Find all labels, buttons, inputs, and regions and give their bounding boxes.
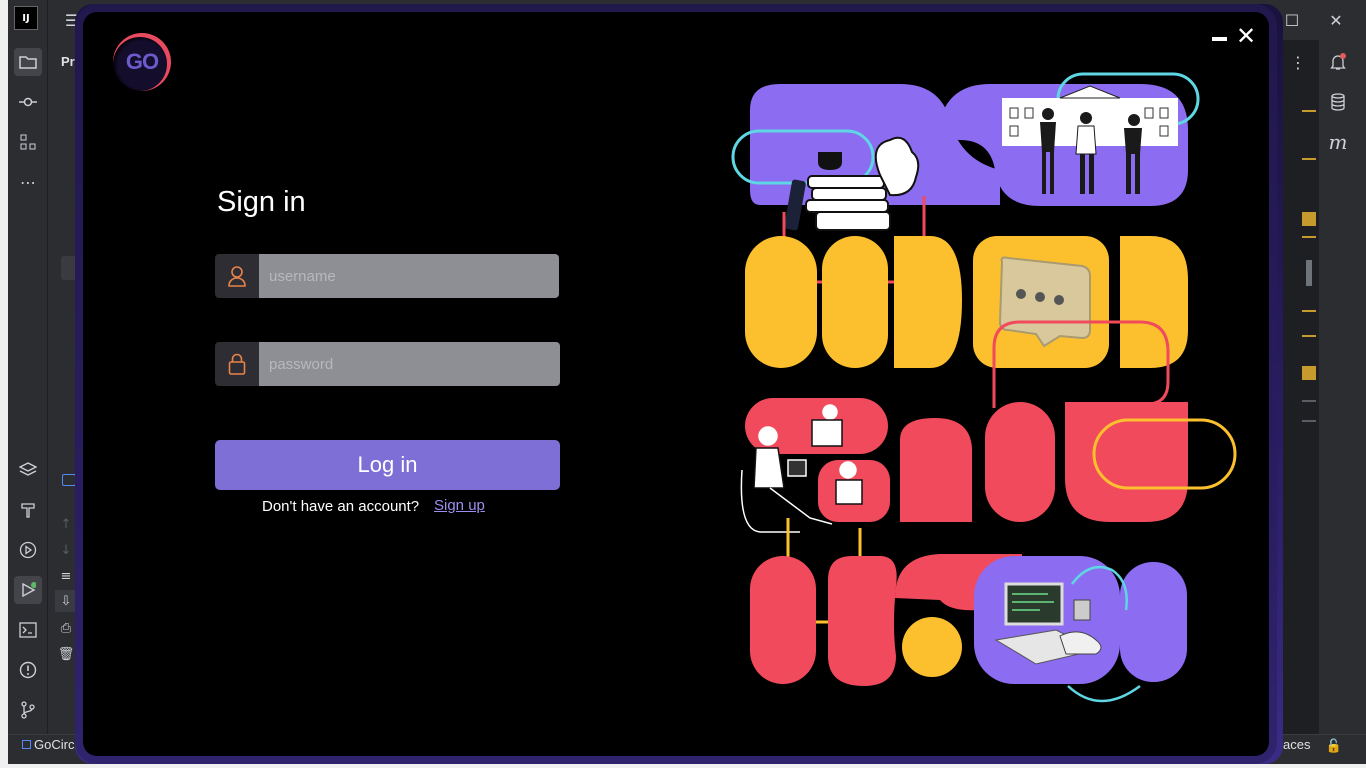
close-button[interactable]: ✕ [1234,24,1258,48]
app-logo: GO [113,33,171,91]
ij-logo-icon[interactable]: IJ [14,6,38,30]
module-icon [22,740,31,749]
scroll-to-end-icon[interactable]: ⇩ [55,590,77,612]
password-input[interactable] [259,342,560,386]
decorative-illustration [731,72,1237,703]
gutter-mark [1302,400,1316,402]
close-window-icon[interactable]: ✕ [1322,6,1350,34]
run-tab-icon[interactable] [62,474,76,486]
statusbar-right-label[interactable]: aces [1283,737,1310,752]
ide-editor-gutter [1283,40,1318,740]
gutter-mark [1302,110,1316,112]
gutter-mark [1302,158,1316,160]
notifications-icon[interactable] [1324,48,1352,76]
username-field [215,254,559,298]
desktop-edge-bottom [0,764,1366,768]
user-icon [215,254,259,298]
kebab-menu-icon[interactable]: ⋮ [1284,48,1312,76]
no-account-text: Don't have an account? [262,498,420,515]
username-input[interactable] [259,254,559,298]
lock-icon [215,342,259,386]
password-field [215,342,560,386]
signup-link[interactable]: Sign up [434,497,485,514]
gutter-mark [1302,310,1316,312]
folder-icon[interactable] [14,48,42,76]
run-service-icon[interactable] [14,536,42,564]
terminal-icon[interactable] [14,616,42,644]
more-icon[interactable]: ⋯ [14,168,42,196]
desktop-edge [0,0,8,768]
git-icon[interactable] [14,696,42,724]
problems-icon[interactable] [14,656,42,684]
lock-icon[interactable]: 🔓 [1320,732,1348,760]
maven-icon[interactable]: m [1324,128,1352,156]
gutter-mark [1302,366,1316,380]
build-icon[interactable] [14,496,42,524]
commit-icon[interactable] [14,88,42,116]
login-button[interactable]: Log in [215,440,560,490]
gutter-mark [1302,212,1316,226]
gutter-mark [1302,420,1316,422]
minimize-icon [1212,37,1227,41]
gutter-scroll-thumb[interactable] [1306,260,1312,286]
gutter-mark [1302,335,1316,337]
structure-icon[interactable] [14,128,42,156]
gutter-mark [1302,236,1316,238]
page-title: Sign in [217,186,306,218]
database-icon[interactable] [1324,88,1352,116]
run-icon[interactable] [14,576,42,604]
layers-icon[interactable] [14,456,42,484]
minimize-button[interactable] [1210,30,1230,50]
